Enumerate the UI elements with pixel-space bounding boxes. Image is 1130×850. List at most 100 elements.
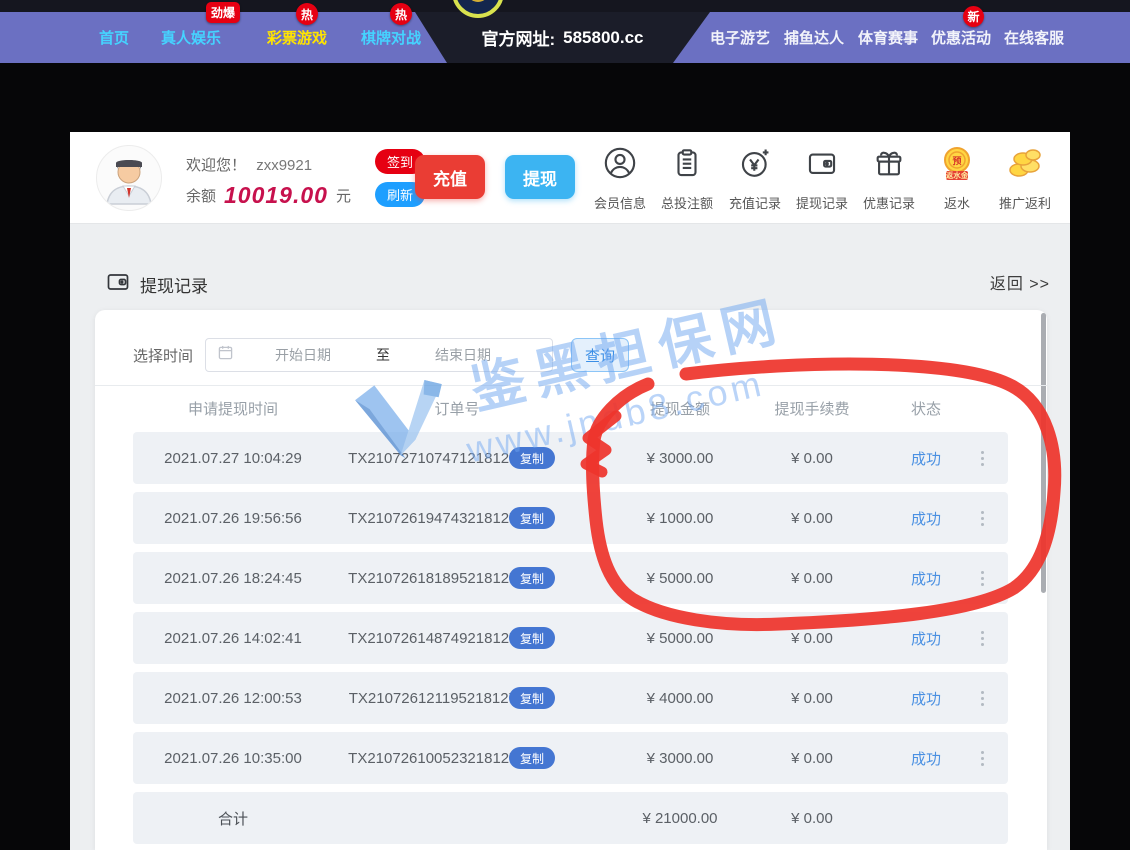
- balance-value: 10019.00: [224, 182, 328, 209]
- date-range-input[interactable]: 开始日期 至 结束日期: [205, 338, 553, 372]
- row-order: TX2107261487492181272: [337, 612, 537, 664]
- quicklink-withdraw-records[interactable]: 提现记录: [789, 146, 855, 212]
- row-more-menu-icon[interactable]: [973, 672, 991, 724]
- balance-currency: 元: [336, 185, 351, 206]
- coins-icon: [1007, 146, 1043, 182]
- row-order: TX2107271074712181272: [337, 432, 537, 484]
- withdraw-button[interactable]: 提现: [505, 155, 575, 199]
- row-order: TX2107261211952181272: [337, 672, 537, 724]
- balance-label: 余额: [186, 185, 216, 206]
- row-time: 2021.07.26 10:35:00: [133, 732, 333, 784]
- official-label: 官方网址:: [481, 25, 555, 50]
- row-time: 2021.07.26 19:56:56: [133, 492, 333, 544]
- start-date-placeholder[interactable]: 开始日期: [243, 345, 363, 365]
- table-header: 申请提现时间 订单号 提现金额 提现手续费 状态: [133, 390, 1008, 426]
- calendar-icon: [218, 345, 233, 365]
- quicklink-promo-records[interactable]: 优惠记录: [856, 146, 922, 212]
- main-card: 欢迎您！ zxx9921 余额 10019.00 元 签到 刷新 充值 提现 会…: [70, 132, 1070, 850]
- quicklink-referral-rebate[interactable]: 推广返利: [992, 146, 1058, 212]
- header-order: 订单号: [337, 390, 577, 426]
- withdraw-record-icon: [805, 146, 839, 180]
- row-more-menu-icon[interactable]: [973, 732, 991, 784]
- top-strip: [0, 0, 1130, 12]
- badge-new-promo: 新: [963, 6, 984, 27]
- copy-button[interactable]: 复制: [509, 747, 555, 769]
- row-more-menu-icon[interactable]: [973, 492, 991, 544]
- badge-hot-lottery: 热: [296, 3, 318, 25]
- row-more-menu-icon[interactable]: [973, 612, 991, 664]
- copy-button[interactable]: 复制: [509, 687, 555, 709]
- navbar: 首页 真人娱乐 彩票游戏 棋牌对战 官方网址: 585800.cc 电子游艺 捕…: [0, 12, 1130, 63]
- row-time: 2021.07.26 12:00:53: [133, 672, 333, 724]
- deposit-button[interactable]: 充值: [415, 155, 485, 199]
- svg-text:返水金: 返水金: [946, 170, 969, 180]
- filter-label: 选择时间: [133, 345, 193, 366]
- copy-button[interactable]: 复制: [509, 627, 555, 649]
- bet-record-icon: [670, 146, 704, 180]
- nav-service[interactable]: 在线客服: [1003, 12, 1065, 63]
- row-time: 2021.07.26 14:02:41: [133, 612, 333, 664]
- total-fee: ¥ 0.00: [732, 792, 892, 844]
- row-more-menu-icon[interactable]: [973, 432, 991, 484]
- filter-row: 选择时间 开始日期 至 结束日期 查询: [133, 338, 629, 372]
- back-link[interactable]: 返回 >>: [950, 270, 1050, 294]
- copy-button[interactable]: 复制: [509, 447, 555, 469]
- row-order: TX2107261818952181272: [337, 552, 537, 604]
- wallet-icon: [106, 270, 130, 299]
- member-info-icon: [603, 146, 637, 180]
- quicklink-label: 总投注额: [661, 193, 713, 212]
- row-more-menu-icon[interactable]: [973, 552, 991, 604]
- official-url: 585800.cc: [563, 28, 643, 48]
- member-bar: 欢迎您！ zxx9921 余额 10019.00 元 签到 刷新 充值 提现 会…: [70, 132, 1070, 224]
- quicklink-label: 会员信息: [594, 193, 646, 212]
- table-row: 2021.07.26 14:02:41 TX210726148749218127…: [133, 612, 1008, 664]
- quicklink-label: 提现记录: [796, 193, 848, 212]
- svg-text:预: 预: [952, 156, 961, 166]
- table-row: 2021.07.27 10:04:29 TX210727107471218127…: [133, 432, 1008, 484]
- official-site-url: 官方网址: 585800.cc: [415, 12, 710, 63]
- gift-icon: [872, 146, 906, 180]
- row-status[interactable]: 成功: [866, 612, 986, 664]
- section-title-text: 提现记录: [140, 272, 208, 297]
- copy-button[interactable]: 复制: [509, 567, 555, 589]
- copy-button[interactable]: 复制: [509, 507, 555, 529]
- nav-slots[interactable]: 电子游艺: [709, 12, 771, 63]
- end-date-placeholder[interactable]: 结束日期: [403, 345, 523, 365]
- balance-row: 余额 10019.00 元: [186, 182, 351, 209]
- row-time: 2021.07.27 10:04:29: [133, 432, 333, 484]
- section-title: 提现记录: [106, 270, 208, 299]
- search-button[interactable]: 查询: [571, 338, 629, 372]
- row-time: 2021.07.26 18:24:45: [133, 552, 333, 604]
- records-panel: 选择时间 开始日期 至 结束日期 查询 申请提现时间 订单号: [95, 310, 1047, 850]
- row-status[interactable]: 成功: [866, 672, 986, 724]
- table-row: 2021.07.26 12:00:53 TX210726121195218127…: [133, 672, 1008, 724]
- quicklink-label: 推广返利: [999, 193, 1051, 212]
- welcome-text: 欢迎您！ zxx9921: [186, 154, 312, 175]
- nav-fishing[interactable]: 捕鱼达人: [783, 12, 845, 63]
- rebate-coin-icon: 预 返水金: [939, 146, 975, 182]
- date-to-separator: 至: [363, 345, 403, 365]
- row-status[interactable]: 成功: [866, 552, 986, 604]
- page: 首页 真人娱乐 彩票游戏 棋牌对战 官方网址: 585800.cc 电子游艺 捕…: [0, 0, 1130, 850]
- avatar[interactable]: [96, 145, 162, 211]
- row-order: TX2107261947432181272: [337, 492, 537, 544]
- nav-sports[interactable]: 体育赛事: [857, 12, 919, 63]
- table-row: 2021.07.26 18:24:45 TX210726181895218127…: [133, 552, 1008, 604]
- quicklink-label: 充值记录: [729, 193, 781, 212]
- row-status[interactable]: 成功: [866, 492, 986, 544]
- quicklink-total-bets[interactable]: 总投注额: [654, 146, 720, 212]
- table-row: 2021.07.26 19:56:56 TX210726194743218127…: [133, 492, 1008, 544]
- table-body: 2021.07.27 10:04:29 TX210727107471218127…: [133, 432, 1008, 850]
- nav-home[interactable]: 首页: [92, 12, 136, 63]
- table-row: 2021.07.26 10:35:00 TX210726100523218127…: [133, 732, 1008, 784]
- quicklink-label: 优惠记录: [863, 193, 915, 212]
- welcome-prefix: 欢迎您！: [186, 157, 246, 174]
- scrollbar[interactable]: [1041, 313, 1046, 593]
- deposit-record-icon: [738, 146, 772, 180]
- quicklink-deposit-records[interactable]: 充值记录: [722, 146, 788, 212]
- row-status[interactable]: 成功: [866, 432, 986, 484]
- quicklink-member-info[interactable]: 会员信息: [587, 146, 653, 212]
- header-time: 申请提现时间: [133, 390, 333, 426]
- row-status[interactable]: 成功: [866, 732, 986, 784]
- quicklink-rebate[interactable]: 预 返水金 返水: [924, 146, 990, 212]
